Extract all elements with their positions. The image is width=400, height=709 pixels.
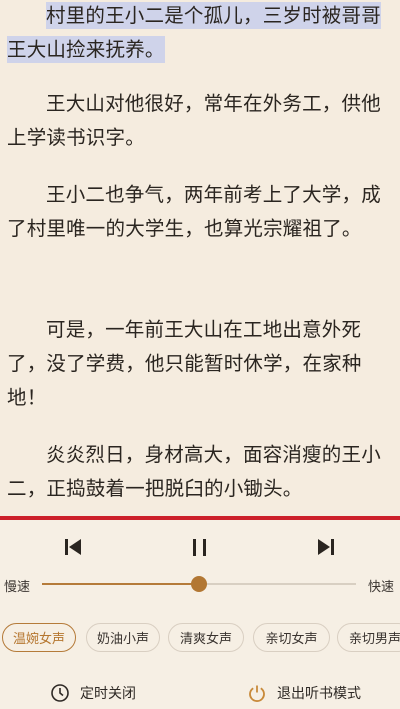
exit-audiobook-label: 退出听书模式 bbox=[277, 686, 361, 702]
reader-content: 村里的王小二是个孤儿，三岁时被哥哥王大山捡来抚养。 王大山对他很好，常年在外务工… bbox=[0, 0, 400, 516]
voice-option-5[interactable]: 亲切男声 bbox=[337, 623, 400, 652]
voice-option-1[interactable]: 温婉女声 bbox=[2, 623, 76, 652]
speed-fast-label: 快速 bbox=[368, 580, 395, 595]
paragraph-1: 村里的王小二是个孤儿，三岁时被哥哥王大山捡来抚养。 bbox=[7, 0, 395, 67]
speed-slow-label: 慢速 bbox=[4, 580, 31, 595]
timer-close-label: 定时关闭 bbox=[80, 686, 136, 702]
skip-previous-icon bbox=[62, 536, 84, 562]
voice-option-4[interactable]: 亲切女声 bbox=[253, 623, 330, 652]
pause-button[interactable] bbox=[185, 534, 215, 564]
exit-audiobook-button[interactable]: 退出听书模式 bbox=[247, 682, 361, 704]
previous-button[interactable] bbox=[58, 534, 88, 564]
paragraph-4: 可是，一年前王大山在工地出意外死了，没了学费，他只能暂时休学，在家种地！ bbox=[7, 318, 362, 409]
clock-icon bbox=[50, 683, 70, 703]
highlighted-sentence[interactable]: 村里的王小二是个孤儿，三岁时被哥哥王大山捡来抚养。 bbox=[7, 2, 381, 63]
speed-slider[interactable] bbox=[42, 576, 356, 592]
speed-slider-fill bbox=[42, 583, 199, 585]
speed-slider-thumb[interactable] bbox=[191, 576, 207, 592]
audio-player-panel: 慢速 快速 温婉女声 奶油小声 清爽女声 亲切女声 亲切男声 定时关闭 退出听书… bbox=[0, 520, 400, 709]
skip-next-icon bbox=[315, 536, 337, 562]
pause-icon bbox=[189, 536, 211, 562]
voice-option-3[interactable]: 清爽女声 bbox=[168, 623, 244, 652]
paragraph-5: 炎炎烈日，身材高大，面容消瘦的王小二，正捣鼓着一把脱臼的小锄头。 bbox=[7, 443, 381, 500]
next-button[interactable] bbox=[311, 534, 341, 564]
paragraph-3: 王小二也争气，两年前考上了大学，成了村里唯一的大学生，也算光宗耀祖了。 bbox=[7, 183, 381, 240]
voice-option-2[interactable]: 奶油小声 bbox=[86, 623, 160, 652]
paragraph-2: 王大山对他很好，常年在外务工，供他上学读书识字。 bbox=[7, 92, 381, 149]
timer-close-button[interactable]: 定时关闭 bbox=[50, 682, 136, 704]
power-icon bbox=[247, 683, 267, 703]
